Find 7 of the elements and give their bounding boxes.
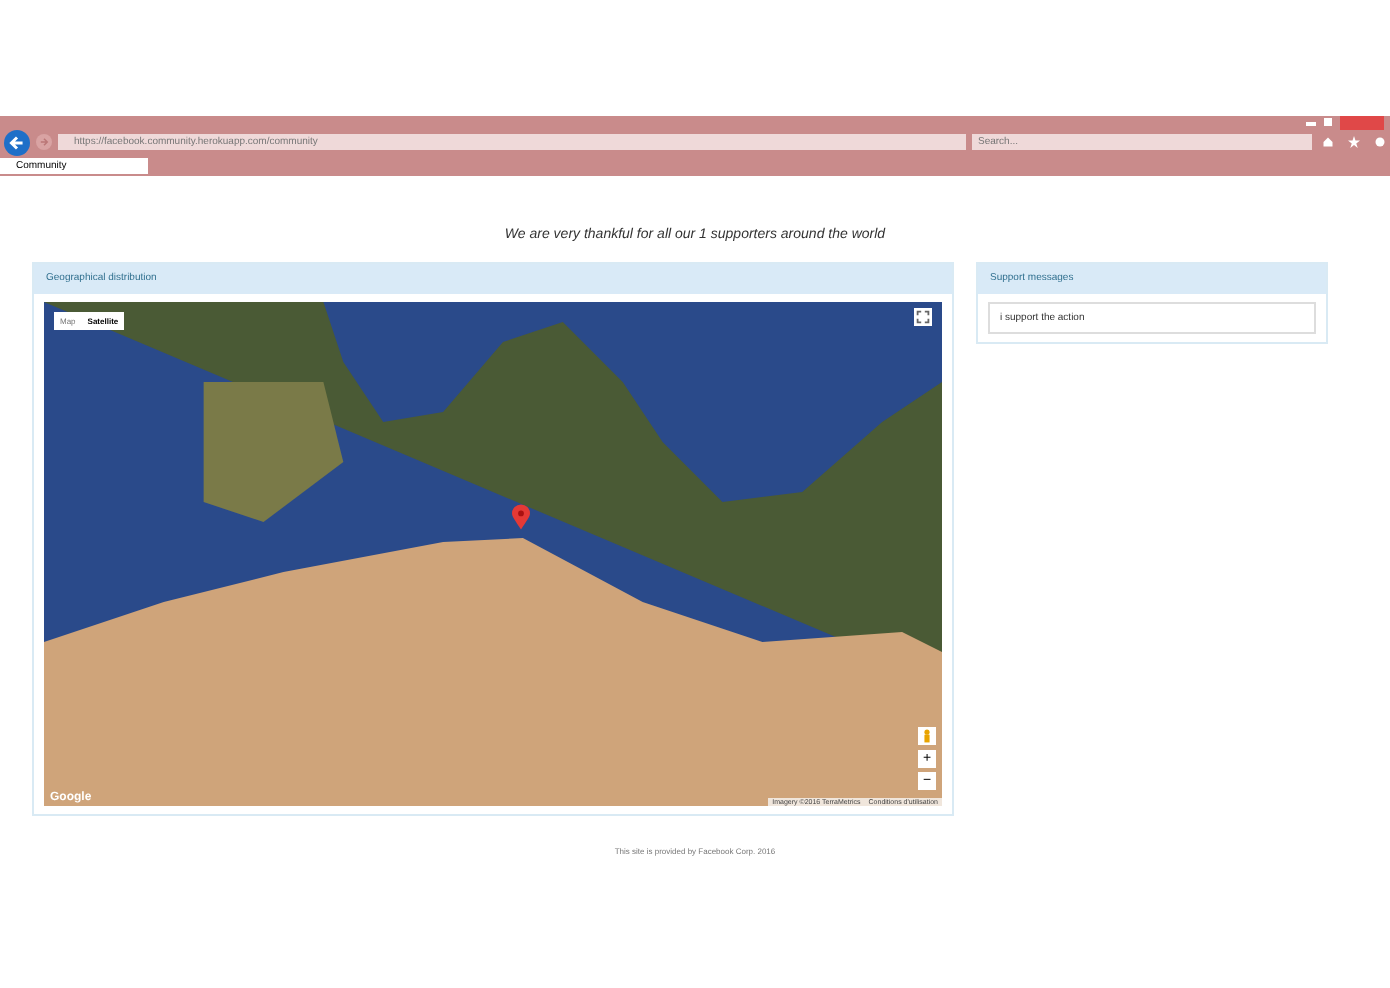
map-pin-icon[interactable]	[512, 504, 530, 530]
fullscreen-icon[interactable]	[914, 308, 932, 326]
person-icon[interactable]	[918, 726, 936, 746]
forward-icon[interactable]	[36, 134, 52, 150]
back-icon[interactable]	[4, 129, 30, 155]
home-icon[interactable]	[1322, 136, 1334, 148]
star-icon[interactable]	[1348, 136, 1360, 148]
